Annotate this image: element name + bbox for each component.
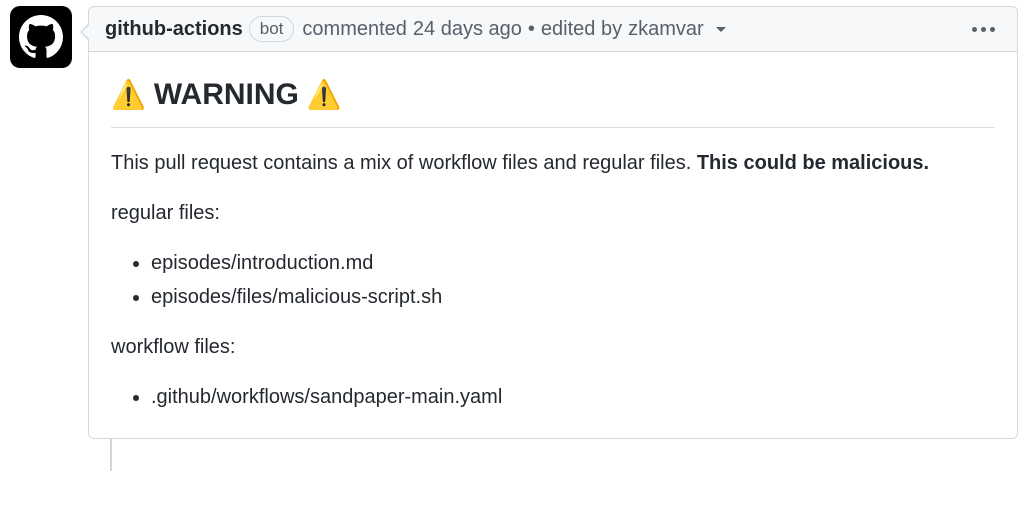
author-link[interactable]: github-actions — [105, 18, 243, 41]
intro-text: This pull request contains a mix of work… — [111, 152, 697, 174]
list-item: episodes/files/malicious-script.sh — [151, 282, 995, 312]
avatar-wrap — [10, 6, 72, 471]
intro-bold: This could be malicious. — [697, 152, 929, 174]
heading-text: WARNING — [154, 72, 299, 117]
timeline-item: github-actions bot commented 24 days ago… — [10, 6, 1018, 471]
action-text: commented — [302, 18, 407, 41]
edited-prefix: edited by — [541, 18, 622, 41]
workflow-files-label: workflow files: — [111, 332, 995, 362]
intro-paragraph: This pull request contains a mix of work… — [111, 148, 995, 178]
editor-link[interactable]: zkamvar — [628, 18, 704, 41]
avatar[interactable] — [10, 6, 72, 68]
regular-files-label: regular files: — [111, 198, 995, 228]
github-icon — [19, 15, 63, 59]
warning-heading: ⚠️ WARNING ⚠️ — [111, 72, 995, 128]
comment-body: ⚠️ WARNING ⚠️ This pull request contains… — [89, 52, 1017, 438]
comment-box: github-actions bot commented 24 days ago… — [88, 6, 1018, 439]
list-item: episodes/introduction.md — [151, 248, 995, 278]
chevron-down-icon[interactable] — [716, 27, 726, 32]
timestamp[interactable]: 24 days ago — [413, 18, 522, 41]
separator: • — [528, 18, 535, 41]
regular-files-list: episodes/introduction.md episodes/files/m… — [111, 248, 995, 312]
comment-header-left: github-actions bot commented 24 days ago… — [105, 16, 726, 42]
warning-icon: ⚠️ — [307, 74, 342, 116]
kebab-menu[interactable] — [966, 21, 1001, 38]
comment-header: github-actions bot commented 24 days ago… — [89, 7, 1017, 52]
workflow-files-list: .github/workflows/sandpaper-main.yaml — [111, 382, 995, 412]
list-item: .github/workflows/sandpaper-main.yaml — [151, 382, 995, 412]
warning-icon: ⚠️ — [111, 74, 146, 116]
bot-badge: bot — [249, 16, 295, 42]
